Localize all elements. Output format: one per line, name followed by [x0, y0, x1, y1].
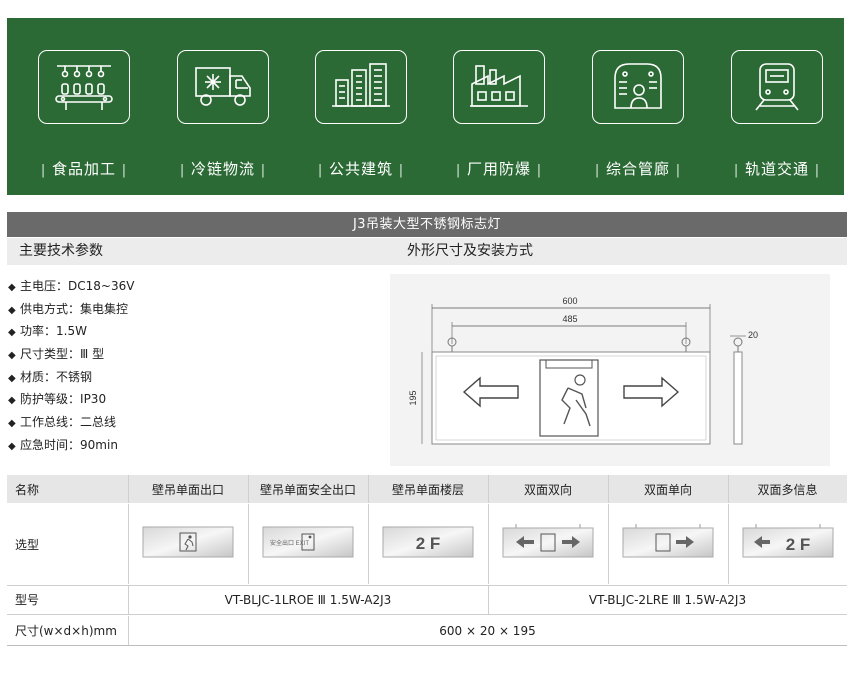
divider	[488, 504, 489, 584]
product-name: 壁吊单面出口	[151, 482, 224, 497]
row-label-selection: 选型	[15, 537, 40, 552]
product-thumbnail-double-unidirectional	[622, 524, 714, 560]
table-header-row: 名称 壁吊单面出口 壁吊单面安全出口 壁吊单面楼层 双面双向 双面单向 双面多信…	[7, 475, 847, 503]
drawing-heading: 外形尺寸及安装方式	[407, 243, 533, 259]
divider	[368, 475, 369, 503]
dim-mount-width: 485	[562, 314, 577, 324]
divider	[368, 504, 369, 584]
product-name: 壁吊单面安全出口	[259, 482, 356, 497]
train-icon	[731, 50, 823, 124]
dimension-drawing: 600 485 195 20	[390, 274, 830, 466]
app-label-tunnel: | 综合管廊 |	[594, 160, 682, 178]
size-value: 600 × 20 × 195	[439, 623, 536, 638]
app-label-train: | 轨道交通 |	[733, 160, 821, 178]
cold-chain-truck-icon	[177, 50, 269, 124]
spec-item: ◆ 主电压：DC18~36V	[8, 279, 135, 293]
app-label-text: 食品加工	[51, 160, 116, 178]
spec-item: ◆ 材质：不锈钢	[8, 370, 93, 384]
spec-item: ◆ 防护等级：IP30	[8, 392, 107, 406]
app-label-text: 公共建筑	[328, 160, 393, 178]
table-row-model: 型号 VT-BLJC-1LROE Ⅲ 1.5W-A2J3 VT-BLJC-2LR…	[7, 585, 847, 615]
product-name: 双面多信息	[757, 482, 818, 497]
specs-heading: 主要技术参数	[19, 243, 103, 259]
dim-height: 195	[408, 390, 418, 405]
spec-item: ◆ 应急时间：90min	[8, 438, 118, 452]
product-thumbnail-single-exit	[142, 524, 234, 560]
divider	[728, 504, 729, 584]
product-name: 壁吊单面楼层	[391, 482, 464, 497]
divider	[488, 475, 489, 503]
table-header-name: 名称	[15, 482, 40, 497]
row-label-size: 尺寸(w×d×h)mm	[15, 624, 117, 638]
app-label-food: | 食品加工 |	[40, 160, 128, 178]
utility-tunnel-icon	[592, 50, 684, 124]
dim-depth: 20	[748, 330, 758, 340]
factory-icon	[453, 50, 545, 124]
model-number-double: VT-BLJC-2LRE Ⅲ 1.5W-A2J3	[588, 592, 747, 607]
spec-item: ◆ 功率：1.5W	[8, 324, 87, 338]
divider	[608, 475, 609, 503]
food-processing-icon	[38, 50, 130, 124]
table-row-selection: 选型 安全出口 EXIT 2 F 2 F	[7, 504, 847, 584]
product-name: 双面单向	[643, 482, 692, 497]
sign-text: 2 F	[416, 534, 441, 553]
app-label-text: 轨道交通	[744, 160, 809, 178]
app-label-text: 厂用防爆	[466, 160, 531, 178]
product-title: J3吊装大型不锈钢标志灯	[7, 212, 847, 237]
sign-text: 2 F	[786, 535, 811, 554]
app-label-text: 冷链物流	[190, 160, 255, 178]
public-building-icon	[315, 50, 407, 124]
divider	[128, 504, 129, 584]
divider	[248, 504, 249, 584]
product-thumbnail-multi-info: 2 F	[742, 524, 834, 560]
app-label-public-building: | 公共建筑 |	[317, 160, 405, 178]
product-name: 双面双向	[523, 482, 572, 497]
divider	[728, 475, 729, 503]
divider	[608, 504, 609, 584]
section-heading-bar: 主要技术参数 外形尺寸及安装方式	[7, 238, 847, 265]
application-banner: | 食品加工 | | 冷链物流 | | 公共建筑 | | 厂用防爆 | | 综合…	[7, 18, 844, 195]
divider	[248, 475, 249, 503]
app-label-cold-chain: | 冷链物流 |	[179, 160, 267, 178]
app-label-factory: | 厂用防爆 |	[455, 160, 543, 178]
row-label-model: 型号	[15, 593, 40, 607]
dim-total-width: 600	[562, 296, 577, 306]
app-label-text: 综合管廊	[605, 160, 670, 178]
model-number-single: VT-BLJC-1LROE Ⅲ 1.5W-A2J3	[224, 592, 392, 607]
spec-item: ◆ 供电方式：集电集控	[8, 302, 129, 316]
spec-item: ◆ 工作总线：二总线	[8, 415, 117, 429]
product-thumbnail-double-bidirectional	[502, 524, 594, 560]
sign-text: 安全出口 EXIT	[270, 539, 309, 547]
product-thumbnail-floor: 2 F	[382, 524, 474, 560]
spec-item: ◆ 尺寸类型：Ⅲ 型	[8, 347, 105, 361]
table-row-size: 尺寸(w×d×h)mm 600 × 20 × 195	[7, 616, 847, 646]
divider	[128, 475, 129, 503]
product-thumbnail-safety-exit: 安全出口 EXIT	[262, 524, 354, 560]
